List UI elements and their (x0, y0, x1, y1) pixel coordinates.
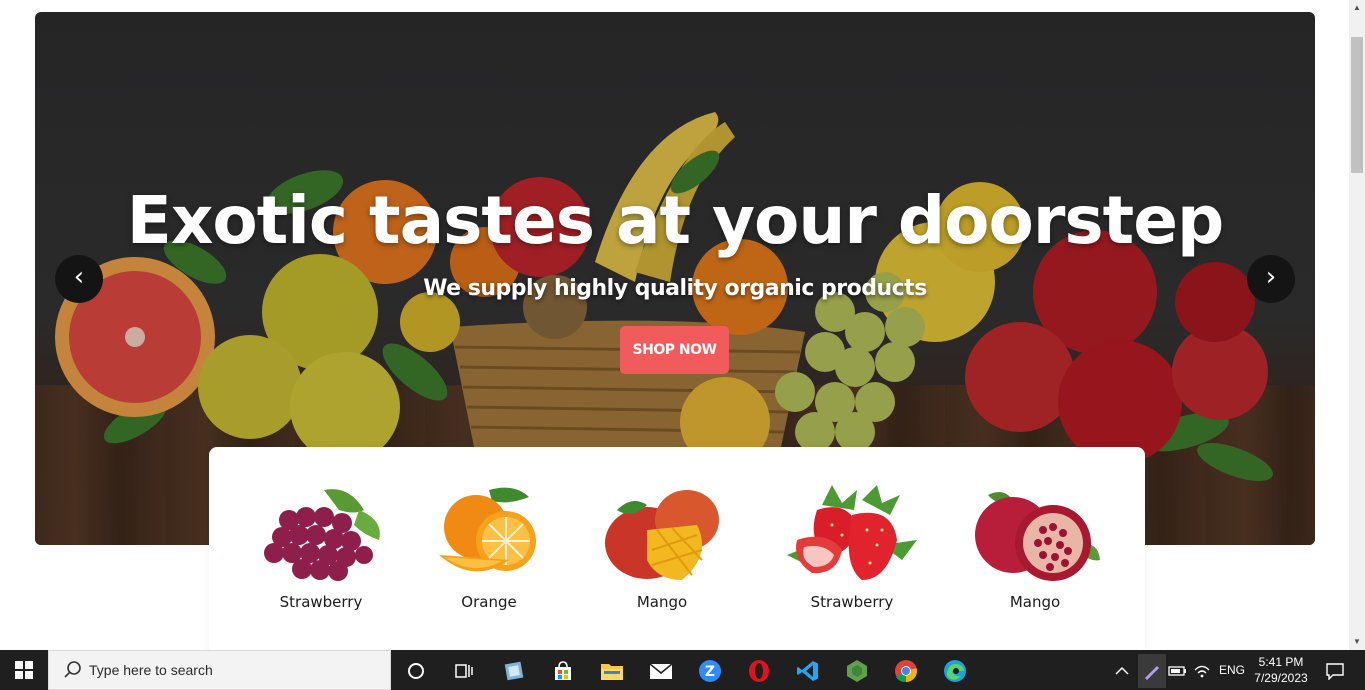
store-icon[interactable] (546, 654, 580, 688)
notification-center-icon[interactable] (1318, 654, 1352, 688)
category-label: Orange (461, 593, 517, 611)
grapes-image (264, 489, 380, 581)
category-item[interactable]: Strawberry (782, 485, 922, 611)
file-explorer-icon[interactable] (595, 654, 629, 688)
task-view-icon[interactable] (447, 654, 481, 688)
edge-icon[interactable] (938, 654, 972, 688)
category-panel: Strawberry Orange Mango Strawberry Mango (209, 447, 1145, 650)
category-label: Strawberry (279, 593, 363, 611)
svg-text:Z: Z (705, 664, 715, 680)
carousel-prev-button[interactable]: ‹ (55, 255, 103, 303)
windows-taskbar: Type here to search Z ENG 5:41 PM 7/29/2… (0, 650, 1365, 690)
chrome-icon[interactable] (889, 654, 923, 688)
chevron-left-icon: ‹ (73, 262, 85, 292)
language-indicator[interactable]: ENG (1219, 663, 1245, 677)
hero-subtitle: We supply highly quality organic product… (423, 276, 927, 301)
taskbar-search-box[interactable]: Type here to search (48, 650, 391, 690)
hero-title: Exotic tastes at your doorstep (126, 182, 1224, 259)
clock-time: 5:41 PM (1258, 655, 1304, 669)
category-label: Strawberry (810, 593, 894, 611)
scrollbar-thumb[interactable] (1351, 37, 1363, 173)
carousel-next-button[interactable]: › (1247, 255, 1295, 303)
category-item[interactable]: Mango (592, 485, 732, 611)
category-item[interactable]: Orange (419, 485, 559, 611)
shop-now-button[interactable]: SHOP NOW (620, 326, 729, 374)
notepad-icon[interactable] (497, 654, 531, 688)
opera-icon[interactable] (742, 654, 776, 688)
windows-logo-icon (15, 661, 33, 679)
cortana-icon[interactable] (399, 654, 433, 688)
vscode-icon[interactable] (791, 654, 825, 688)
orange-image (439, 487, 536, 572)
start-button[interactable] (0, 650, 48, 690)
wifi-icon[interactable] (1190, 654, 1214, 688)
vertical-scrollbar[interactable]: ▲ ▼ (1349, 0, 1365, 650)
search-placeholder: Type here to search (89, 662, 213, 678)
category-label: Mango (636, 593, 688, 611)
pomegranate-image (975, 491, 1100, 581)
nodejs-icon[interactable] (840, 654, 874, 688)
clock-date: 7/29/2023 (1254, 671, 1308, 685)
mail-icon[interactable] (644, 654, 678, 688)
mango-image (605, 490, 719, 580)
chevron-right-icon: › (1265, 262, 1277, 292)
system-clock[interactable]: 5:41 PM 7/29/2023 (1244, 654, 1318, 686)
strawberry-image (787, 485, 917, 580)
category-item[interactable]: Mango (965, 485, 1105, 611)
search-icon (64, 661, 81, 678)
category-label: Mango (1009, 593, 1061, 611)
battery-icon[interactable] (1166, 654, 1190, 688)
web-page: Exotic tastes at your doorstep We supply… (0, 0, 1349, 650)
scroll-up-icon[interactable]: ▲ (1349, 0, 1365, 16)
zoom-icon[interactable]: Z (693, 654, 727, 688)
scroll-down-icon[interactable]: ▼ (1349, 634, 1365, 650)
category-item[interactable]: Strawberry (251, 485, 391, 611)
show-hidden-icons-icon[interactable] (1112, 654, 1132, 688)
pen-workspace-icon[interactable] (1138, 654, 1166, 688)
